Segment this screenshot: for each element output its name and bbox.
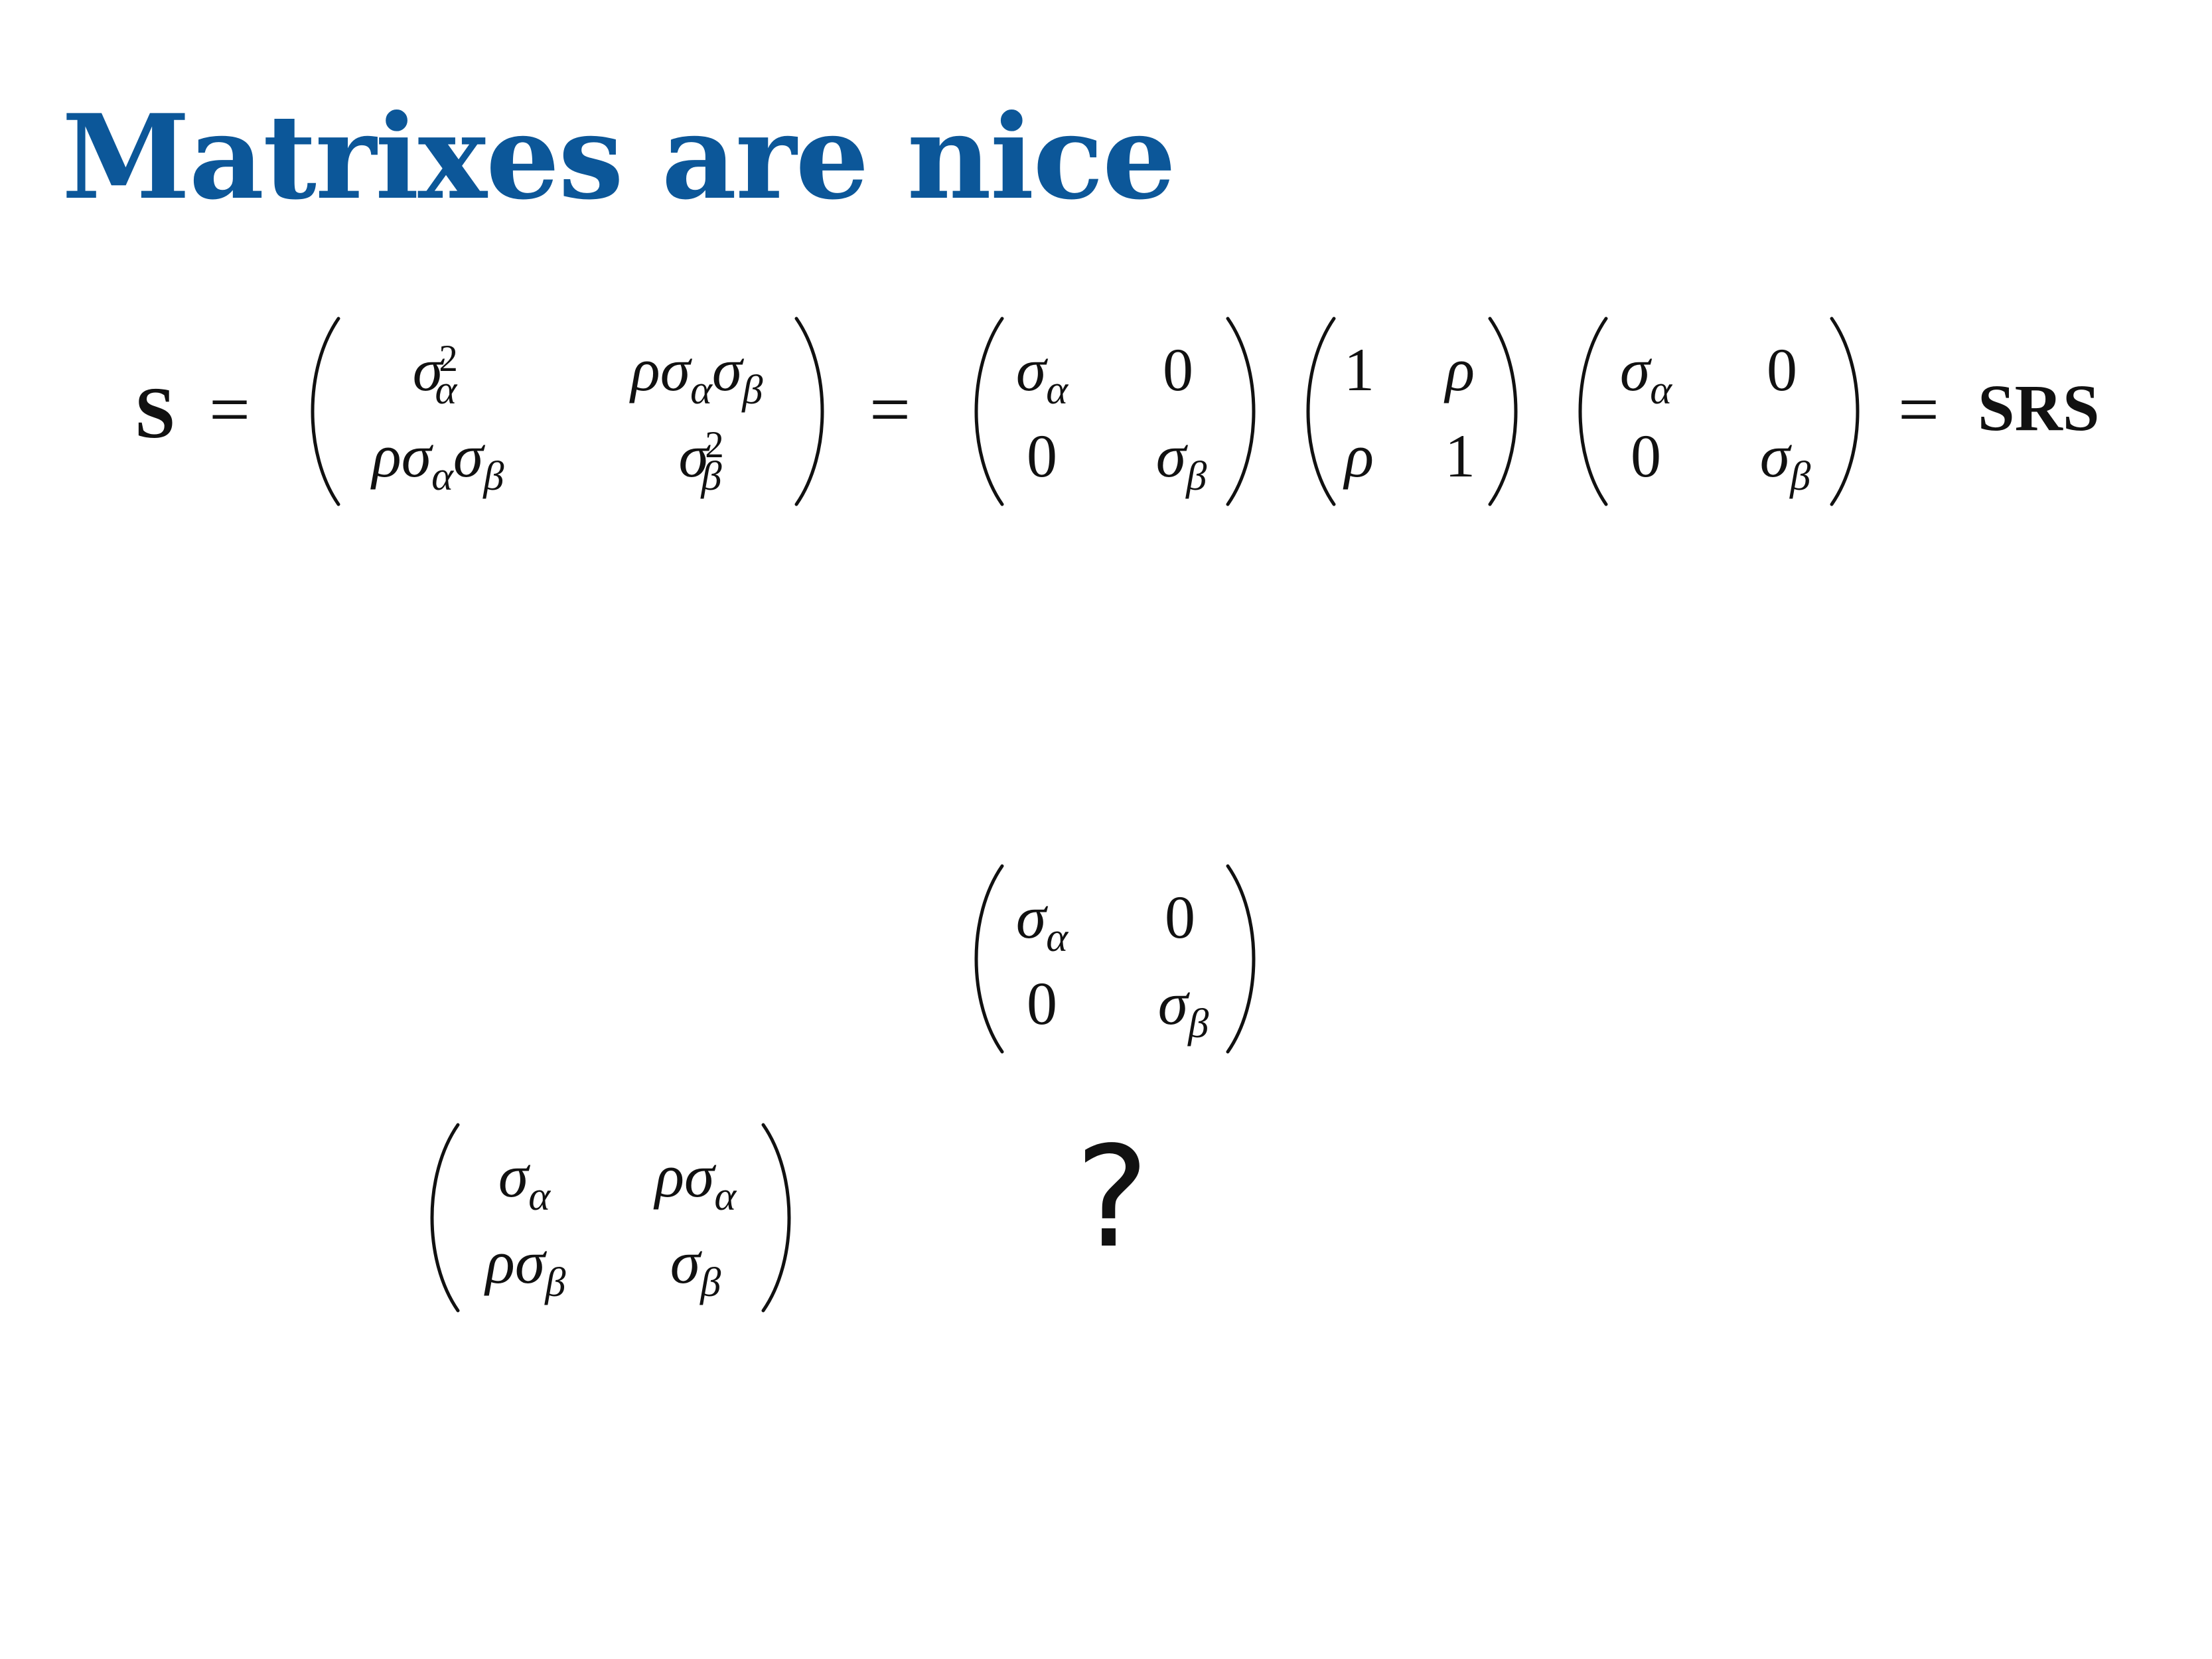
equation-lhs: S — [135, 372, 176, 453]
matrix-entry: ρσασβ — [630, 336, 763, 413]
matrix-entry: ρσασβ — [372, 422, 504, 500]
matrix-entry: 1 — [1445, 422, 1475, 490]
matrix-entry: 0 — [1163, 336, 1193, 403]
matrix-entry: σα — [498, 1142, 551, 1220]
matrix-entry: 0 — [1027, 970, 1057, 1037]
matrix-entry: 0 — [1631, 422, 1661, 490]
matrix-entry: 0 — [1165, 883, 1195, 951]
matrix-entry: σβ — [1155, 422, 1207, 500]
matrix-entry: 0 — [1767, 336, 1797, 403]
mixed-matrix: σα ρσα ρσβ σβ — [418, 1121, 803, 1314]
right-parenthesis — [790, 315, 836, 508]
matrix-entry: ρ — [1344, 422, 1374, 490]
equation-rhs: SRS — [1978, 371, 2100, 445]
matrix-entry: ρσβ — [485, 1228, 566, 1306]
right-parenthesis — [1221, 863, 1268, 1055]
correlation-matrix: 1 ρ ρ 1 — [1294, 315, 1530, 508]
matrix-entry: ρ — [1445, 336, 1475, 403]
matrix-entry: σβ — [1157, 970, 1209, 1047]
slide-title: Matrixes are nice — [62, 90, 1176, 226]
matrix-entry: σα — [1619, 336, 1672, 413]
matrix-entry: 1 — [1344, 336, 1374, 403]
equals-sign: = — [1898, 369, 1940, 450]
question-mark: ? — [1075, 1116, 1149, 1279]
left-parenthesis — [962, 863, 1009, 1055]
left-parenthesis — [299, 315, 345, 508]
matrix-entry: σβ — [1759, 422, 1811, 500]
right-parenthesis — [757, 1121, 803, 1314]
left-parenthesis — [418, 1121, 465, 1314]
right-parenthesis — [1483, 315, 1530, 508]
covariance-matrix: σ2α ρσασβ ρσασβ σ2β — [299, 315, 836, 508]
right-parenthesis — [1825, 315, 1872, 508]
right-parenthesis — [1221, 315, 1268, 508]
left-parenthesis — [1566, 315, 1613, 508]
scale-matrix-left: σα 0 0 σβ — [962, 315, 1268, 508]
equals-sign: = — [209, 369, 251, 450]
matrix-entry: σ2α — [412, 336, 458, 413]
matrix-entry: σβ — [670, 1228, 721, 1306]
matrix-entry: σα — [1015, 883, 1069, 961]
matrix-entry: σα — [1015, 336, 1069, 413]
matrix-entry: ρσα — [654, 1142, 737, 1220]
left-parenthesis — [962, 315, 1009, 508]
left-parenthesis — [1294, 315, 1341, 508]
diagonal-matrix: σα 0 0 σβ — [962, 863, 1268, 1055]
scale-matrix-right: σα 0 0 σβ — [1566, 315, 1872, 508]
matrix-entry: 0 — [1027, 422, 1057, 490]
equals-sign: = — [869, 369, 911, 450]
matrix-entry: σ2β — [678, 422, 724, 500]
